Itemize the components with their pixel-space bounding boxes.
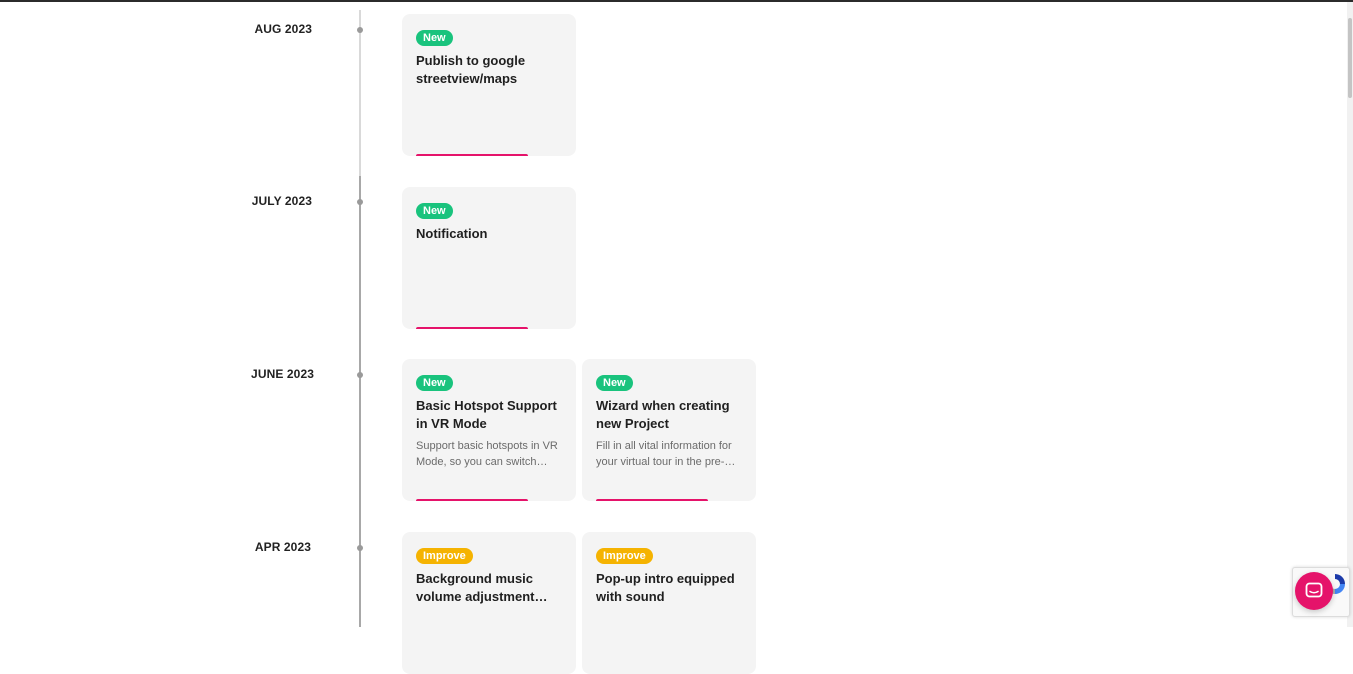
card-title: Notification: [416, 226, 488, 241]
card-description: Support basic hotspots in VR Mode, so yo…: [416, 440, 558, 468]
update-card[interactable]: New Basic Hotspot Support in VR Mode Sup…: [402, 359, 576, 501]
card-title: Pop-up intro equipped with sound: [596, 571, 735, 604]
month-label: JULY 2023: [251, 194, 312, 208]
card-title: Background music volume adjustment setti…: [416, 571, 535, 604]
timeline-dot: [357, 545, 363, 551]
card-title: Basic Hotspot Support in VR Mode: [416, 398, 557, 431]
status-badge: New: [416, 375, 453, 391]
status-badge: New: [416, 30, 453, 46]
status-badge: New: [596, 375, 633, 391]
card-title: Publish to google streetview/maps: [416, 53, 526, 86]
update-card[interactable]: New Wizard when creating new Project Fil…: [582, 359, 756, 501]
status-badge: New: [416, 203, 453, 219]
card-description: Fill in all vital information for your v…: [596, 440, 732, 468]
update-card[interactable]: New Notification: [402, 187, 576, 329]
month-label: APR 2023: [254, 540, 311, 554]
timeline-dot: [357, 27, 363, 33]
read-more-bar[interactable]: [596, 499, 708, 501]
timeline-progress: [359, 176, 361, 627]
status-badge: Improve: [416, 548, 473, 564]
card-title: Wizard when creating new Project: [596, 398, 730, 431]
status-badge: Improve: [596, 548, 653, 564]
month-label: JUNE 2023: [251, 367, 314, 381]
update-card[interactable]: New Publish to google streetview/maps: [402, 14, 576, 156]
chat-bubble-icon: [1305, 582, 1323, 598]
read-more-bar[interactable]: [416, 154, 528, 156]
scrollbar[interactable]: [1347, 2, 1353, 627]
timeline-dot: [357, 372, 363, 378]
update-card[interactable]: Improve Background music volume adjustme…: [402, 532, 576, 674]
scrollbar-thumb[interactable]: [1348, 18, 1352, 98]
timeline-dot: [357, 199, 363, 205]
top-border: [0, 0, 1353, 2]
chat-launcher-button[interactable]: [1295, 572, 1333, 610]
read-more-bar[interactable]: [416, 327, 528, 329]
month-label: AUG 2023: [254, 22, 312, 36]
update-card[interactable]: Improve Pop-up intro equipped with sound: [582, 532, 756, 674]
read-more-bar[interactable]: [416, 499, 528, 501]
